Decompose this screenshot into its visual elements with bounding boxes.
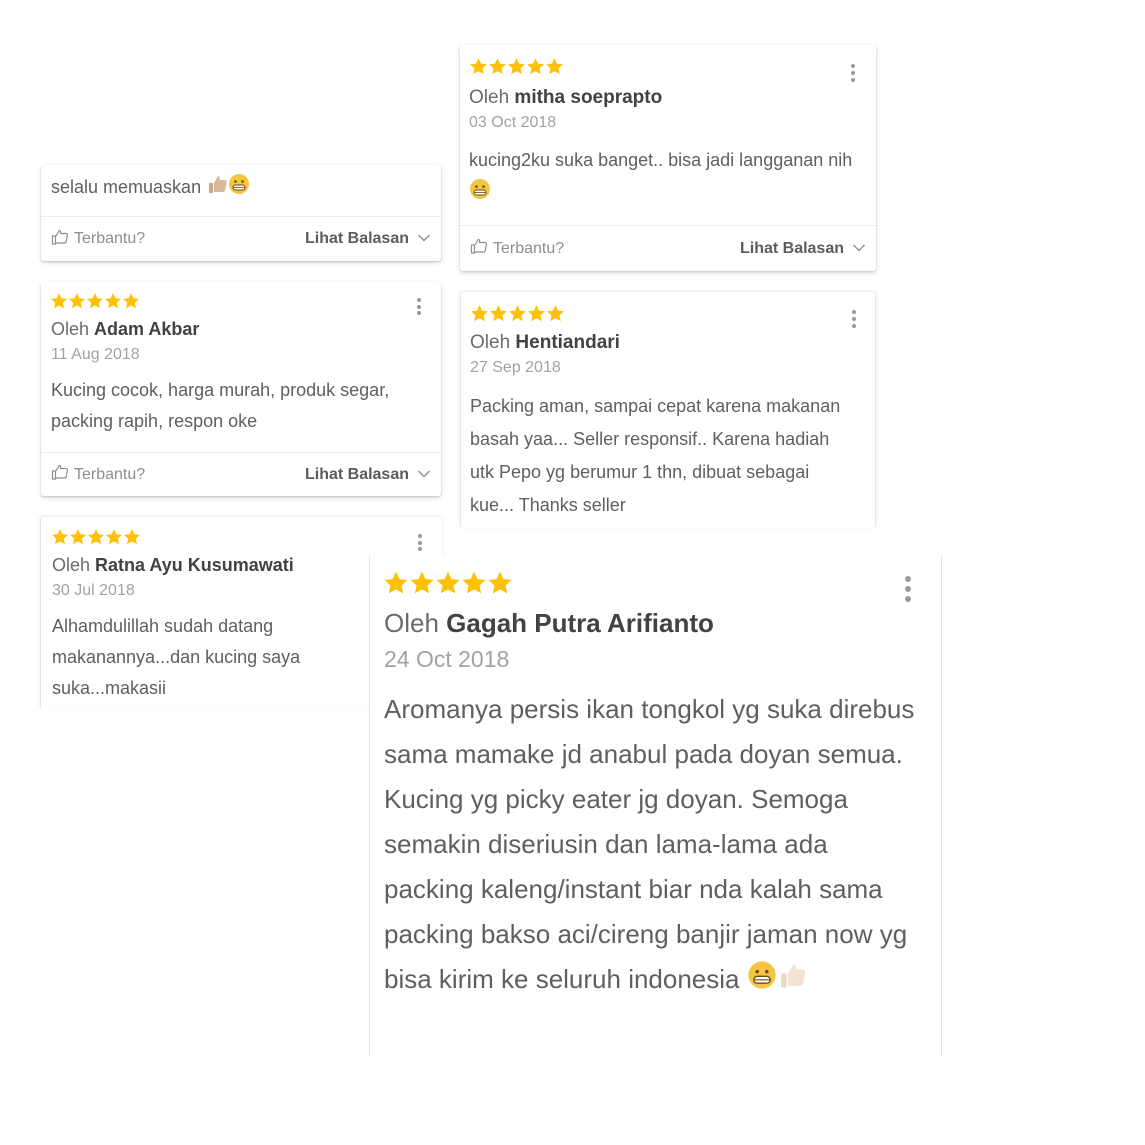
by-prefix: Oleh xyxy=(470,332,511,353)
star-icon xyxy=(70,529,86,545)
review-footer: Terbantu? Lihat Balasan xyxy=(41,216,441,261)
star-icon xyxy=(471,305,488,322)
review-byline: Oleh Ratna Ayu Kusumawati xyxy=(52,555,294,576)
star-icon xyxy=(88,529,104,545)
review-date: 30 Jul 2018 xyxy=(52,582,135,599)
review-footer: Terbantu? Lihat Balasan xyxy=(460,225,876,271)
star-icon xyxy=(106,529,122,545)
review-card: Oleh Gagah Putra Arifianto 24 Oct 2018 A… xyxy=(369,556,942,1056)
review-body: selalu memuaskan xyxy=(51,173,431,203)
star-rating xyxy=(470,304,565,323)
star-icon xyxy=(546,58,563,75)
star-icon xyxy=(509,305,526,322)
star-icon xyxy=(105,293,121,309)
by-prefix: Oleh xyxy=(52,555,91,575)
view-replies-button[interactable]: Lihat Balasan xyxy=(740,240,866,258)
helpful-label: Terbantu? xyxy=(74,465,146,483)
view-replies-label: Lihat Balasan xyxy=(304,230,409,247)
thumbs-up-outline-icon xyxy=(51,463,69,486)
view-replies-label: Lihat Balasan xyxy=(739,239,844,257)
star-icon xyxy=(508,58,525,75)
grinning-face-icon xyxy=(228,173,250,203)
review-date: 27 Sep 2018 xyxy=(470,359,561,376)
grinning-face-icon xyxy=(747,959,777,1004)
helpful-label: Terbantu? xyxy=(74,230,146,247)
review-body: kucing2ku suka banget.. bisa jadi langga… xyxy=(469,144,869,211)
more-options-icon[interactable] xyxy=(417,534,423,551)
review-date: 03 Oct 2018 xyxy=(469,114,557,131)
review-byline: Oleh mitha soeprapto xyxy=(469,87,662,109)
star-icon xyxy=(69,293,85,309)
more-options-icon[interactable] xyxy=(416,298,422,315)
reviewer-name: mitha soeprapto xyxy=(514,87,663,108)
thumbs-up-outline-icon xyxy=(51,228,69,251)
review-card: selalu memuaskan Terbantu? Lihat Balasan xyxy=(41,165,441,261)
review-footer: Terbantu? Lihat Balasan xyxy=(41,452,441,496)
star-icon xyxy=(123,293,139,309)
thumbs-up-icon xyxy=(777,959,807,1004)
star-rating xyxy=(469,57,564,76)
review-byline: Oleh Hentiandari xyxy=(470,332,620,354)
view-replies-label: Lihat Balasan xyxy=(304,465,409,483)
by-prefix: Oleh xyxy=(384,608,439,638)
star-rating xyxy=(51,528,141,546)
view-replies-button[interactable]: Lihat Balasan xyxy=(305,466,431,484)
chevron-down-icon xyxy=(417,466,431,484)
star-icon xyxy=(124,529,140,545)
star-icon xyxy=(410,571,434,594)
star-icon xyxy=(547,305,564,322)
review-body: Alhamdulillah sudah datang makanannya...… xyxy=(52,616,301,698)
reviewer-name: Adam Akbar xyxy=(94,319,200,339)
review-body: Kucing cocok, harga murah, produk segar,… xyxy=(51,380,390,431)
helpful-label: Terbantu? xyxy=(493,239,565,257)
review-byline: Oleh Gagah Putra Arifianto xyxy=(384,608,714,639)
more-options-icon[interactable] xyxy=(850,64,856,82)
star-icon xyxy=(488,571,512,594)
review-card: Oleh Hentiandari 27 Sep 2018 Packing ama… xyxy=(460,292,876,528)
star-rating xyxy=(50,292,140,310)
more-options-icon[interactable] xyxy=(851,310,857,328)
helpful-button[interactable]: Terbantu? xyxy=(470,237,564,260)
star-icon xyxy=(51,293,67,309)
review-body: Aromanya persis ikan tongkol yg suka dir… xyxy=(384,687,924,1004)
by-prefix: Oleh xyxy=(469,87,510,108)
star-icon xyxy=(87,293,103,309)
more-options-icon[interactable] xyxy=(904,576,912,602)
star-icon xyxy=(489,58,506,75)
review-date: 11 Aug 2018 xyxy=(51,346,140,363)
helpful-button[interactable]: Terbantu? xyxy=(51,463,145,486)
star-icon xyxy=(528,305,545,322)
thumbs-up-icon xyxy=(206,173,228,203)
chevron-down-icon xyxy=(852,240,866,258)
reviewer-name: Gagah Putra Arifianto xyxy=(446,608,714,638)
grinning-face-icon xyxy=(469,178,491,211)
review-body: Packing aman, sampai cepat karena makana… xyxy=(470,396,841,515)
by-prefix: Oleh xyxy=(51,319,90,339)
star-icon xyxy=(470,58,487,75)
helpful-button[interactable]: Terbantu? xyxy=(51,228,145,251)
star-icon xyxy=(490,305,507,322)
view-replies-button[interactable]: Lihat Balasan xyxy=(305,230,431,248)
review-card: Oleh mitha soeprapto 03 Oct 2018 kucing2… xyxy=(460,45,876,271)
star-icon xyxy=(527,58,544,75)
review-date: 24 Oct 2018 xyxy=(384,646,510,672)
thumbs-up-outline-icon xyxy=(470,237,488,260)
star-icon xyxy=(462,571,486,594)
reviewer-name: Ratna Ayu Kusumawati xyxy=(95,555,294,575)
review-byline: Oleh Adam Akbar xyxy=(51,319,199,340)
star-icon xyxy=(52,529,68,545)
reviewer-name: Hentiandari xyxy=(515,332,620,353)
review-card: Oleh Adam Akbar 11 Aug 2018 Kucing cocok… xyxy=(41,282,441,496)
chevron-down-icon xyxy=(417,230,431,248)
star-icon xyxy=(436,571,460,594)
star-rating xyxy=(383,570,513,596)
star-icon xyxy=(384,571,408,594)
